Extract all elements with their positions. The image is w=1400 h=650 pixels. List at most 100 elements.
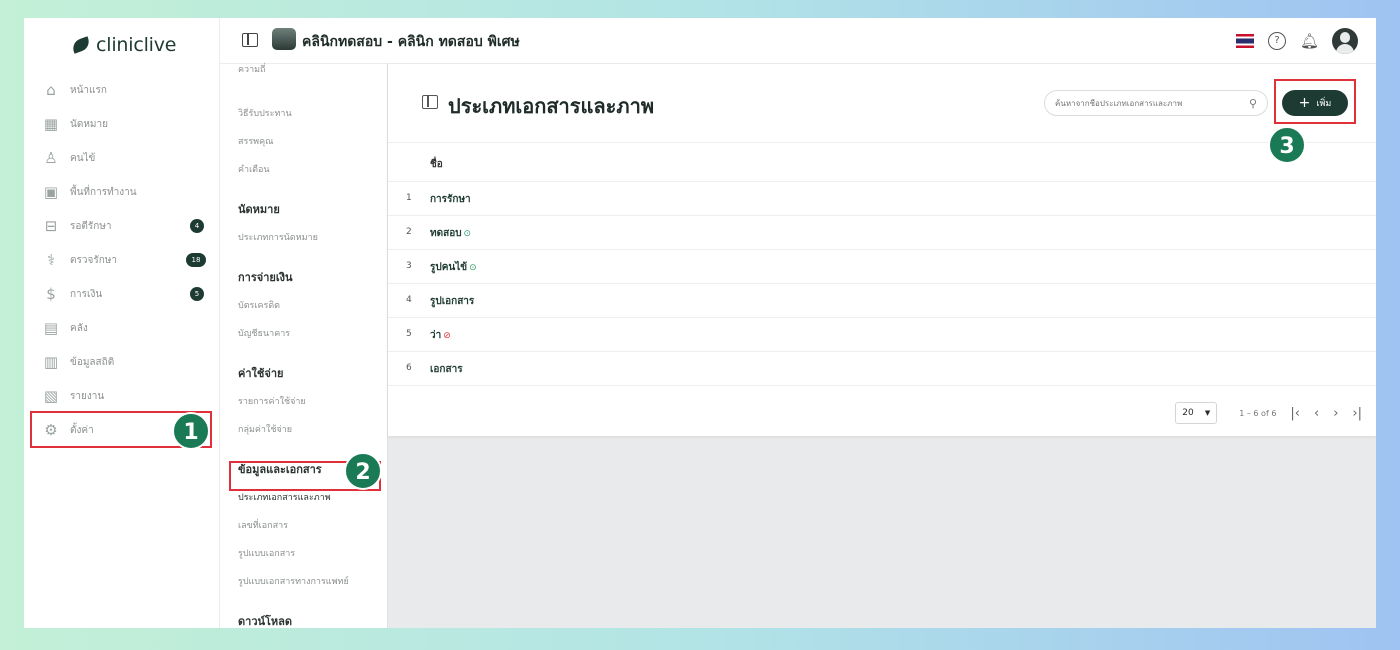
calendar-icon: ▦: [43, 115, 59, 133]
blocked-icon: ⊘: [443, 331, 451, 341]
subnav-section-title: การจ่ายเงิน: [238, 271, 293, 284]
subnav-item[interactable]: บัญชีธนาคาร: [238, 326, 290, 340]
row-number: 3: [406, 261, 412, 271]
sidebar-item-label: คลัง: [70, 322, 88, 334]
row-name[interactable]: การรักษา: [430, 192, 471, 207]
sidebar-item-home[interactable]: ⌂ หน้าแรก: [38, 75, 216, 105]
search-input[interactable]: [1055, 98, 1235, 108]
subnav-item[interactable]: ประเภทการนัดหมาย: [238, 230, 318, 244]
clinic-avatar: [272, 28, 296, 50]
sidebar-item-appointments[interactable]: ▦ นัดหมาย: [38, 109, 216, 139]
sidebar-item-workspace[interactable]: ▣ พื้นที่การทำงาน: [38, 177, 216, 207]
row-number: 6: [406, 363, 412, 373]
prev-page-icon[interactable]: ‹: [1314, 406, 1319, 421]
subnav-item-document-types[interactable]: ประเภทเอกสารและภาพ: [238, 490, 331, 504]
step-badge-1: 1: [172, 412, 210, 450]
row-name-text: รูปคนไข้: [430, 262, 468, 273]
row-name-text: ทดสอบ: [430, 228, 462, 239]
row-name[interactable]: รูปเอกสาร: [430, 294, 474, 309]
row-number: 5: [406, 329, 412, 339]
table-row[interactable]: 4 รูปเอกสาร: [388, 284, 1376, 318]
sidebar-item-label: ข้อมูลสถิติ: [70, 356, 115, 368]
row-name[interactable]: ทดสอบ ⊙: [430, 226, 471, 241]
per-page-select[interactable]: 20 ▼: [1175, 402, 1218, 424]
row-number: 4: [406, 295, 412, 305]
stats-icon: ▥: [43, 353, 59, 371]
user-avatar[interactable]: [1332, 28, 1358, 54]
table-row[interactable]: 2 ทดสอบ ⊙: [388, 216, 1376, 250]
user-icon: ♙: [44, 149, 58, 167]
sidebar-item-examination[interactable]: ⚕ ตรวจรักษา 18: [38, 245, 216, 275]
sidebar-item-label: การเงิน: [70, 288, 103, 300]
app-window: cliniclive ⌂ หน้าแรก ▦ นัดหมาย ♙ คนไข้ ▣…: [24, 18, 1376, 628]
help-icon[interactable]: ?: [1268, 32, 1286, 50]
row-name[interactable]: เอกสาร: [430, 362, 463, 377]
subnav-item[interactable]: รูปแบบเอกสารทางการแพทย์: [238, 574, 349, 588]
last-page-icon[interactable]: ›|: [1352, 406, 1362, 421]
sidebar-item-waiting[interactable]: ⊟ รอตีรักษา 4: [38, 211, 216, 241]
row-number: 2: [406, 227, 412, 237]
row-name[interactable]: รูปคนไข้ ⊙: [430, 260, 477, 275]
logo-text: cliniclive: [96, 34, 177, 56]
sidebar-item-label: รายงาน: [70, 390, 105, 402]
check-circle-icon: ⊙: [463, 229, 472, 239]
search-box[interactable]: ⚲: [1044, 90, 1268, 116]
row-name[interactable]: ว่า ⊘: [430, 328, 451, 343]
sidebar-item-reports[interactable]: ▧ รายงาน: [38, 381, 216, 411]
step-badge-2: 2: [344, 452, 382, 490]
sidebar-item-finance[interactable]: $ การเงิน 5: [38, 279, 216, 309]
panel-icon: [422, 95, 438, 109]
next-page-icon[interactable]: ›: [1333, 406, 1338, 421]
workspace-icon: ▣: [43, 183, 59, 201]
sidebar-item-statistics[interactable]: ▥ ข้อมูลสถิติ: [38, 347, 216, 377]
page-title: ประเภทเอกสารและภาพ: [448, 94, 655, 118]
chevron-down-icon: ▼: [1204, 409, 1211, 417]
step-badge-3: 3: [1268, 126, 1306, 164]
sidebar-toggle-icon[interactable]: [242, 33, 258, 47]
waiting-icon: ⊟: [44, 217, 58, 235]
subnav-item[interactable]: เลขที่เอกสาร: [238, 518, 288, 532]
row-name-text: ว่า: [430, 330, 442, 341]
sidebar-item-patients[interactable]: ♙ คนไข้: [38, 143, 216, 173]
thai-flag-icon[interactable]: [1236, 34, 1254, 48]
subnav-item[interactable]: คำเตือน: [238, 162, 270, 176]
subnav-item[interactable]: วิธีรับประทาน: [238, 106, 292, 120]
subnav-item[interactable]: บัตรเครดิต: [238, 298, 280, 312]
subnav-item[interactable]: กลุ่มค่าใช้จ่าย: [238, 422, 292, 436]
sidebar-item-inventory[interactable]: ▤ คลัง: [38, 313, 216, 343]
sidebar-item-label: คนไข้: [70, 152, 96, 164]
per-page-value: 20: [1182, 408, 1194, 418]
cliniclive-logo[interactable]: cliniclive: [70, 34, 177, 56]
highlight-add-button: [1274, 79, 1356, 124]
main-sidebar: cliniclive ⌂ หน้าแรก ▦ นัดหมาย ♙ คนไข้ ▣…: [24, 18, 220, 628]
column-header-name[interactable]: ชื่อ: [430, 157, 443, 172]
table-row[interactable]: 1 การรักษา: [388, 182, 1376, 216]
count-badge: 5: [190, 287, 204, 301]
top-actions: ? 🔔︎: [1236, 28, 1358, 54]
row-number: 1: [406, 193, 412, 203]
table-row[interactable]: 6 เอกสาร: [388, 352, 1376, 386]
pagination: 20 ▼ 1 – 6 of 6 |‹ ‹ › ›|: [1175, 402, 1362, 424]
first-page-icon[interactable]: |‹: [1290, 406, 1300, 421]
subnav-item[interactable]: สรรพคุณ: [238, 134, 273, 148]
subnav-item[interactable]: รายการค่าใช้จ่าย: [238, 394, 306, 408]
subnav-section-title: ดาวน์โหลด: [238, 615, 293, 628]
table-row[interactable]: 3 รูปคนไข้ ⊙: [388, 250, 1376, 284]
document-types-card: ประเภทเอกสารและภาพ ⚲ + เพิ่ม ชื่อ 1 การร…: [388, 64, 1376, 436]
table-header: ชื่อ: [388, 142, 1376, 182]
top-bar: คลินิกทดสอบ - คลินิก ทดสอบ พิเศษ ? 🔔︎: [220, 18, 1376, 64]
bell-icon[interactable]: 🔔︎: [1300, 32, 1319, 50]
search-icon[interactable]: ⚲: [1249, 97, 1257, 110]
table-row[interactable]: 5 ว่า ⊘: [388, 318, 1376, 352]
sidebar-item-label: ตรวจรักษา: [70, 254, 117, 266]
page-range: 1 – 6 of 6: [1239, 408, 1277, 418]
leaf-icon: [70, 36, 92, 54]
subnav-section-title: นัดหมาย: [238, 203, 280, 216]
subnav-item[interactable]: รูปแบบเอกสาร: [238, 546, 295, 560]
sidebar-item-label: รอตีรักษา: [70, 220, 112, 232]
subnav-item[interactable]: ความถี่: [238, 62, 266, 76]
clinic-title[interactable]: คลินิกทดสอบ - คลินิก ทดสอบ พิเศษ: [302, 31, 520, 53]
check-circle-icon: ⊙: [469, 263, 477, 273]
sidebar-item-label: หน้าแรก: [70, 84, 107, 96]
subnav-section-title: ค่าใช้จ่าย: [238, 367, 284, 380]
